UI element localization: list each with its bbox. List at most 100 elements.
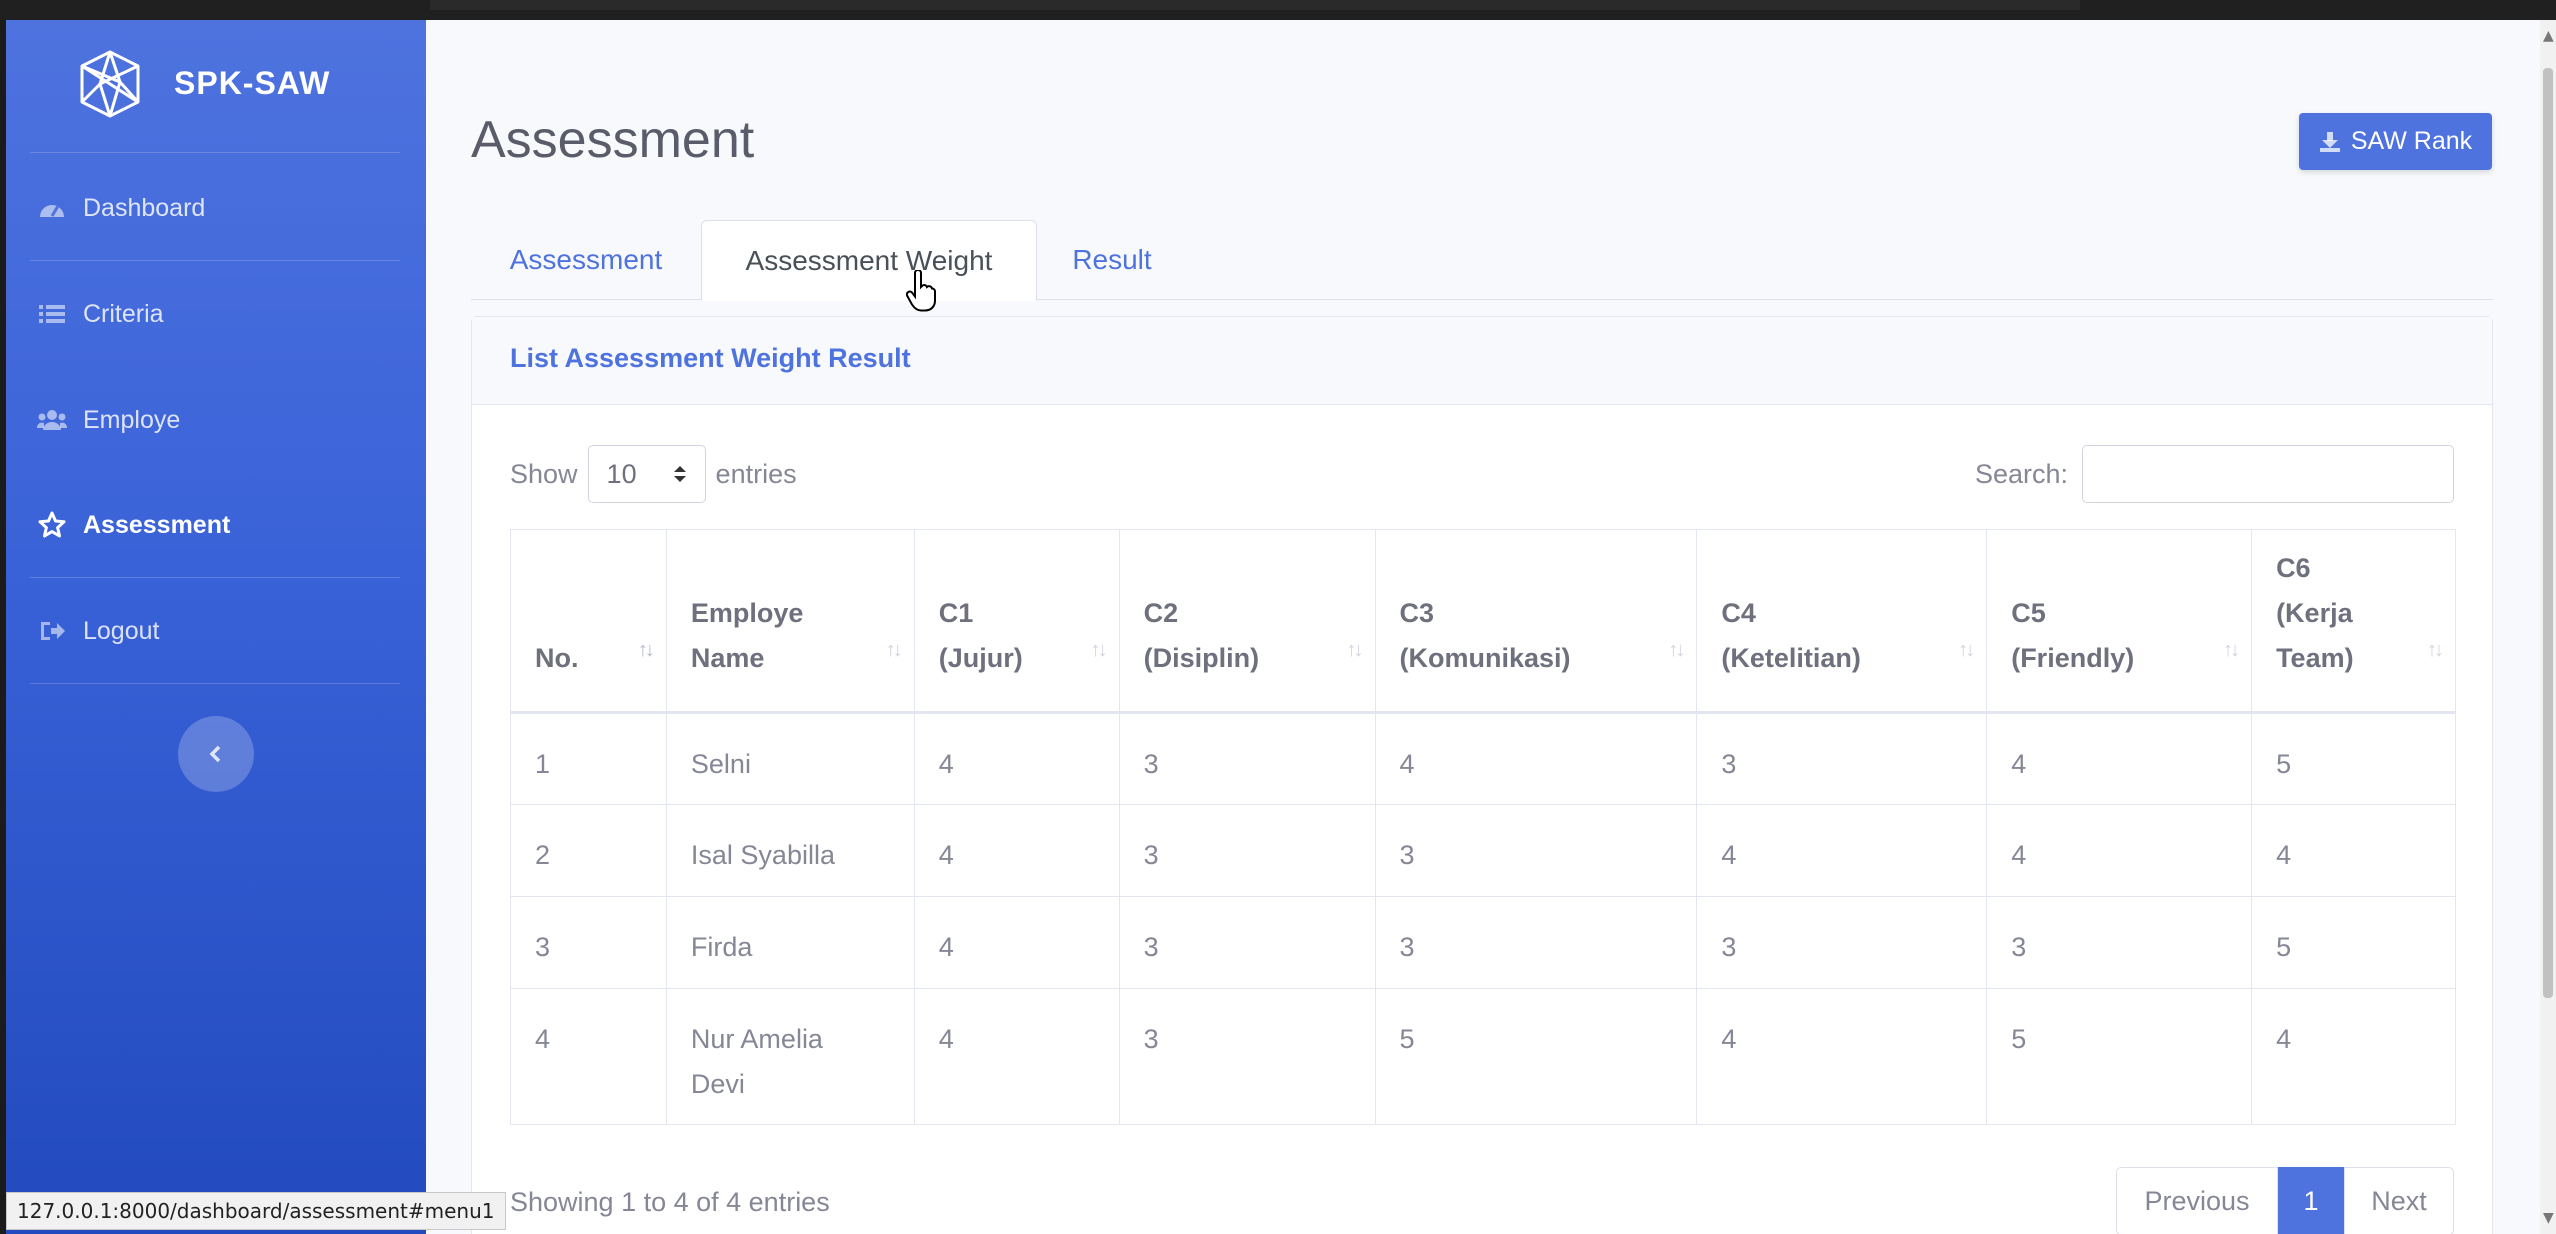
sidebar-divider (30, 260, 400, 261)
cell-no: 3 (510, 896, 667, 989)
table-row: 3 Firda 4 3 3 3 3 5 (510, 896, 2456, 989)
list-icon (36, 298, 68, 330)
scroll-up-icon[interactable]: ▲ (2543, 28, 2554, 44)
column-header-c6[interactable]: C6 (Kerja Team) (2251, 529, 2456, 713)
column-header-c4[interactable]: C4 (Ketelitian) (1696, 529, 1988, 713)
sidebar-brand[interactable]: SPK-SAW (6, 20, 426, 152)
sidebar-item-criteria[interactable]: Criteria (6, 284, 426, 344)
brand-name: SPK-SAW (174, 65, 331, 101)
pagination-previous-button[interactable]: Previous (2116, 1167, 2278, 1234)
cell-c4: 4 (1696, 804, 1988, 897)
cell-c2: 3 (1118, 712, 1376, 805)
pagination: Previous 1 Next (2116, 1167, 2454, 1234)
column-header-c1[interactable]: C1 (Jujur) (913, 529, 1120, 713)
cell-c6: 4 (2251, 804, 2456, 897)
tachometer-icon (36, 192, 68, 224)
entries-select[interactable]: 10 (587, 445, 706, 503)
sidebar-item-assessment[interactable]: Assessment (6, 495, 426, 555)
entries-select-value: 10 (606, 458, 637, 489)
cell-c6: 5 (2251, 712, 2456, 805)
sidebar-item-label: Dashboard (83, 193, 206, 222)
column-header-no[interactable]: No. (510, 529, 667, 713)
sidebar-item-logout[interactable]: Logout (6, 601, 426, 661)
status-bar-url: 127.0.0.1:8000/dashboard/assessment#menu… (6, 1192, 506, 1230)
entries-label: entries (715, 458, 797, 489)
cell-name: Isal Syabilla (665, 804, 915, 897)
table-row: 1 Selni 4 3 4 3 4 5 (510, 712, 2456, 805)
scroll-down-icon[interactable]: ▼ (2543, 1210, 2554, 1226)
sidebar-divider (30, 683, 400, 684)
browser-top-strip (0, 0, 2556, 20)
cell-no: 1 (510, 712, 667, 805)
sidebar-item-label: Logout (83, 616, 160, 645)
main-content: Assessment SAW Rank Assessment Assessmen… (426, 20, 2540, 1234)
scrollbar-thumb[interactable] (2543, 68, 2553, 998)
search-label: Search: (1974, 458, 2068, 489)
search-input[interactable] (2082, 445, 2454, 503)
hand-cursor-icon (906, 270, 936, 312)
card-title: List Assessment Weight Result (510, 343, 911, 373)
browser-tab-strip (430, 0, 2080, 10)
sidebar: SPK-SAW Dashboard Criteria Employe Asses… (6, 20, 426, 1234)
cell-c2: 3 (1118, 988, 1376, 1125)
sidebar-item-dashboard[interactable]: Dashboard (6, 178, 426, 238)
saw-rank-button[interactable]: SAW Rank (2299, 113, 2492, 170)
table-search: Search: (1975, 445, 2454, 503)
users-icon (36, 404, 68, 436)
cell-c4: 3 (1696, 712, 1988, 805)
cell-c5: 5 (1986, 988, 2253, 1125)
pagination-next-button[interactable]: Next (2344, 1167, 2454, 1234)
show-label: Show (510, 458, 578, 489)
table-row: 4 Nur Amelia Devi 4 3 5 4 5 4 (510, 988, 2456, 1125)
tab-assessment[interactable]: Assessment (471, 220, 701, 300)
card-header: List Assessment Weight Result (472, 317, 2492, 405)
assessment-weight-table: No. EmployeName C1(Jujur) C2(Disiplin) C… (510, 529, 2456, 1125)
sign-out-icon (36, 615, 68, 647)
page-scrollbar[interactable]: ▲ ▼ (2540, 20, 2556, 1234)
cell-c5: 3 (1986, 896, 2253, 989)
cell-name: Selni (665, 712, 915, 805)
cell-c1: 4 (913, 712, 1120, 805)
table-row: 2 Isal Syabilla 4 3 3 4 4 4 (510, 804, 2456, 897)
tab-result[interactable]: Result (1037, 220, 1187, 300)
sidebar-item-employe[interactable]: Employe (6, 390, 426, 450)
column-header-c2[interactable]: C2 (Disiplin) (1118, 529, 1376, 713)
cell-c1: 4 (913, 896, 1120, 989)
cell-name: Nur Amelia Devi (665, 988, 915, 1125)
sidebar-item-label: Employe (83, 405, 181, 434)
cell-c3: 3 (1374, 896, 1698, 989)
tab-bar: Assessment Assessment Weight Result (471, 220, 2493, 301)
table-header-row: No. EmployeName C1(Jujur) C2(Disiplin) C… (510, 529, 2456, 713)
cell-c5: 4 (1986, 804, 2253, 897)
table-info: Showing 1 to 4 of 4 entries (510, 1187, 830, 1217)
cell-c4: 3 (1696, 896, 1988, 989)
cell-c1: 4 (913, 804, 1120, 897)
saw-rank-label: SAW Rank (2350, 127, 2473, 155)
cell-c3: 5 (1374, 988, 1698, 1125)
sidebar-item-label: Criteria (83, 299, 164, 328)
cell-c6: 5 (2251, 896, 2456, 989)
cell-c3: 3 (1374, 804, 1698, 897)
sidebar-item-label: Assessment (83, 510, 231, 539)
pagination-page-1-button[interactable]: 1 (2278, 1167, 2344, 1234)
sidebar-divider (30, 152, 400, 153)
sidebar-toggle-button[interactable] (178, 716, 254, 792)
tab-assessment-weight[interactable]: Assessment Weight (701, 220, 1037, 301)
download-icon (2319, 131, 2340, 152)
cell-c2: 3 (1118, 896, 1376, 989)
star-icon (36, 509, 68, 541)
column-header-employe-name[interactable]: Employe Name (665, 529, 915, 713)
assessment-weight-card: List Assessment Weight Result Show 10 en… (471, 316, 2493, 1234)
chevron-left-icon (209, 745, 221, 763)
sort-select-icon (673, 466, 686, 482)
cell-c4: 4 (1696, 988, 1988, 1125)
cell-c6: 4 (2251, 988, 2456, 1125)
cell-c3: 4 (1374, 712, 1698, 805)
column-header-c5[interactable]: C5 (Friendly) (1986, 529, 2253, 713)
column-header-c3[interactable]: C3 (Komunikasi) (1374, 529, 1698, 713)
cell-no: 4 (510, 988, 667, 1125)
cell-no: 2 (510, 804, 667, 897)
cell-name: Firda (665, 896, 915, 989)
sidebar-divider (30, 577, 400, 578)
cell-c2: 3 (1118, 804, 1376, 897)
